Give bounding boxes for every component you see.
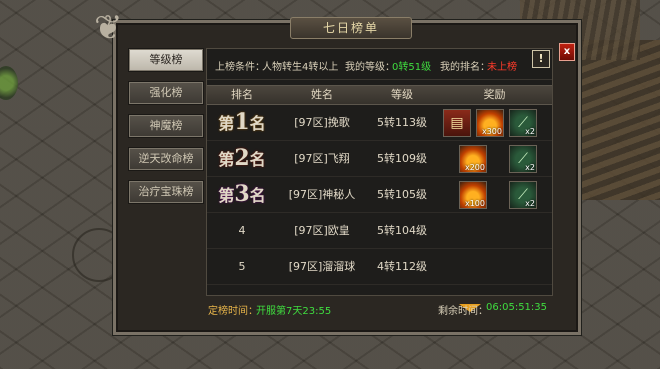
player-name: [97区]挽歌 [294, 116, 350, 129]
table-row[interactable]: 第3名 [97区]神秘人 5转105级 x100 ⟋ x2 [207, 177, 552, 213]
rank-2-badge: 第2名 [218, 145, 266, 171]
table-header: 排名 姓名 等级 奖励 [207, 85, 552, 105]
ranking-panel: ❦ 七日榜单 等级榜 强化榜 神魔榜 逆天改命榜 治疗宝珠榜 上榜条件： 人物转… [94, 8, 581, 335]
scroll-icon[interactable]: ⟋ x2 [509, 145, 537, 173]
table-row[interactable]: 5 [97区]溜溜球 4转112级 [207, 249, 552, 285]
map-marker-icon[interactable] [0, 66, 18, 100]
tab-fate-ranking[interactable]: 逆天改命榜 [128, 147, 204, 171]
fire-orb-icon[interactable]: x100 [459, 181, 487, 209]
table-row[interactable]: 第2名 [97区]飞翔 5转109级 x200 ⟋ x2 [207, 141, 552, 177]
header-name: 姓名 [311, 88, 333, 101]
my-rank-label: 我的排名： [440, 62, 490, 73]
tab-enhance-ranking[interactable]: 强化榜 [128, 81, 204, 105]
settle-time-value: 开服第7天23:55 [256, 306, 332, 317]
fire-orb-icon[interactable]: x300 [476, 109, 504, 137]
info-button[interactable]: ! [532, 50, 550, 68]
table-row[interactable]: 4 [97区]欧皇 5转104级 [207, 213, 552, 249]
player-name: [97区]溜溜球 [288, 260, 356, 273]
tab-heal-orb-ranking[interactable]: 治疗宝珠榜 [128, 180, 204, 204]
tab-level-ranking[interactable]: 等级榜 [128, 48, 204, 72]
dragon-ornament-icon: ❦ [94, 8, 123, 48]
my-level-label: 我的等级： [345, 62, 395, 73]
rank-number: 5 [238, 260, 246, 273]
ranking-content: 上榜条件： 人物转生4转以上 我的等级： 0转51级 我的排名： 未上榜 排名 … [206, 48, 553, 312]
fire-orb-icon[interactable]: x200 [459, 145, 487, 173]
my-level-value: 0转51级 [392, 62, 432, 73]
table-row[interactable]: 第1名 [97区]挽歌 5转113级 ▤ x300 ⟋ x2 [207, 105, 552, 141]
player-level: 5转104级 [377, 224, 427, 237]
footer: 定榜时间： 开服第7天23:55 剩余时间： 06:05:51:35 [206, 299, 551, 319]
player-name: [97区]欧皇 [294, 224, 350, 237]
condition-value: 人物转生4转以上 [262, 62, 339, 73]
remain-time-value: 06:05:51:35 [486, 302, 548, 313]
player-name: [97区]神秘人 [288, 188, 356, 201]
rank-number: 4 [238, 224, 246, 237]
red-book-icon[interactable]: ▤ [443, 109, 471, 137]
scroll-icon[interactable]: ⟋ x2 [509, 181, 537, 209]
rank-1-badge: 第1名 [218, 109, 266, 135]
info-row: 上榜条件： 人物转生4转以上 我的等级： 0转51级 我的排名： 未上榜 [207, 49, 552, 80]
player-level: 5转109级 [377, 152, 427, 165]
remain-time-label: 剩余时间： [438, 306, 488, 317]
player-level: 5转105级 [377, 188, 427, 201]
header-rank: 排名 [231, 88, 253, 101]
header-level: 等级 [391, 88, 413, 101]
tab-god-demon-ranking[interactable]: 神魔榜 [128, 114, 204, 138]
my-rank-value: 未上榜 [487, 62, 517, 73]
player-level: 4转112级 [377, 260, 427, 273]
player-name: [97区]飞翔 [294, 152, 350, 165]
settle-time-label: 定榜时间： [208, 306, 258, 317]
player-level: 5转113级 [377, 116, 427, 129]
scroll-icon[interactable]: ⟋ x2 [509, 109, 537, 137]
close-button[interactable]: x [559, 43, 575, 61]
panel-title: 七日榜单 [290, 17, 412, 39]
header-reward: 奖励 [483, 88, 506, 101]
ranking-tabs: 等级榜 强化榜 神魔榜 逆天改命榜 治疗宝珠榜 [128, 48, 204, 213]
condition-label: 上榜条件： [215, 62, 265, 73]
rank-3-badge: 第3名 [218, 181, 266, 207]
